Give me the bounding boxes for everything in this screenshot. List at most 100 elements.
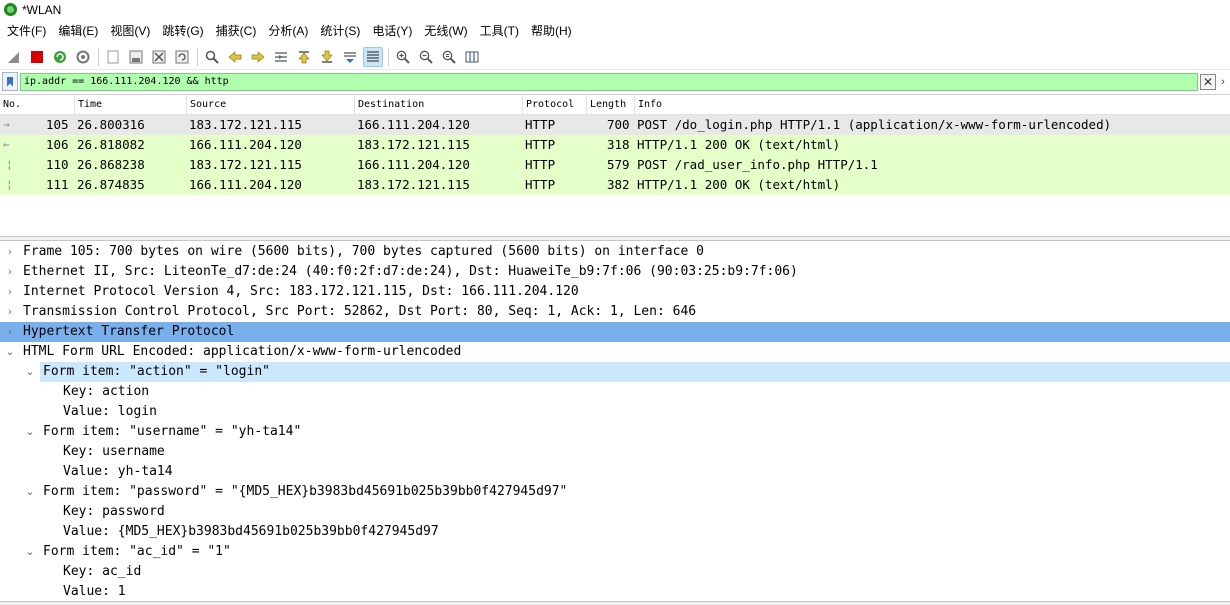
- detail-key[interactable]: Key: username: [0, 442, 1230, 462]
- title-bar: *WLAN: [0, 0, 1230, 19]
- go-forward-icon[interactable]: [248, 47, 268, 67]
- stop-capture-icon[interactable]: [27, 47, 47, 67]
- packet-info: HTTP/1.1 200 OK (text/html): [637, 177, 841, 192]
- find-packet-icon[interactable]: [202, 47, 222, 67]
- autoscroll-icon[interactable]: [340, 47, 360, 67]
- expand-chevron-icon[interactable]: ›: [4, 282, 16, 302]
- detail-value[interactable]: Value: yh-ta14: [0, 462, 1230, 482]
- collapse-chevron-icon[interactable]: ⌄: [24, 542, 36, 562]
- packet-row[interactable]: ¦ 111 26.874835 166.111.204.120 183.172.…: [0, 175, 1230, 195]
- reload-file-icon[interactable]: [172, 47, 192, 67]
- detail-form-item-ac-id[interactable]: ⌄ Form item: "ac_id" = "1": [0, 542, 1230, 562]
- toolbar-separator: [197, 47, 198, 66]
- expand-chevron-icon[interactable]: ›: [4, 242, 16, 262]
- menu-go[interactable]: 跳转(G): [157, 20, 208, 42]
- restart-capture-icon[interactable]: [50, 47, 70, 67]
- menu-tools[interactable]: 工具(T): [475, 20, 524, 42]
- colorize-icon[interactable]: [363, 46, 383, 67]
- detail-value[interactable]: Value: {MD5_HEX}b3983bd45691b025b39bb0f4…: [0, 522, 1230, 542]
- packet-info: HTTP/1.1 200 OK (text/html): [637, 137, 841, 152]
- pane-splitter-bottom[interactable]: [0, 601, 1230, 605]
- menu-edit[interactable]: 编辑(E): [53, 20, 103, 42]
- menu-capture[interactable]: 捕获(C): [211, 20, 262, 42]
- packet-source: 183.172.121.115: [189, 157, 302, 172]
- menu-view[interactable]: 视图(V): [105, 20, 155, 42]
- open-file-icon[interactable]: [103, 47, 123, 67]
- display-filter-bar: ✕ ›: [0, 71, 1230, 92]
- packet-protocol: HTTP: [525, 177, 556, 192]
- detail-value[interactable]: Value: login: [0, 402, 1230, 422]
- go-first-icon[interactable]: [294, 47, 314, 67]
- detail-label: Key: username: [63, 444, 165, 459]
- shark-fin-icon[interactable]: [4, 47, 24, 67]
- collapse-chevron-icon[interactable]: ⌄: [24, 362, 36, 382]
- packet-time: 26.818082: [77, 137, 145, 152]
- menu-help[interactable]: 帮助(H): [526, 20, 577, 42]
- display-filter-input[interactable]: [20, 72, 1198, 91]
- filter-bookmark-icon[interactable]: [2, 72, 18, 91]
- zoom-normal-icon[interactable]: [439, 47, 459, 67]
- go-to-packet-icon[interactable]: [271, 47, 291, 67]
- close-file-icon[interactable]: [149, 47, 169, 67]
- conversation-line-icon: ¦: [6, 158, 13, 171]
- packet-row[interactable]: ¦ 110 26.868238 183.172.121.115 166.111.…: [0, 155, 1230, 175]
- detail-value[interactable]: Value: 1: [0, 582, 1230, 602]
- zoom-in-icon[interactable]: [393, 47, 413, 67]
- column-time-header[interactable]: Time: [74, 95, 186, 115]
- packet-time: 26.868238: [77, 157, 145, 172]
- detail-key[interactable]: Key: password: [0, 502, 1230, 522]
- detail-label: Form item: "ac_id" = "1": [43, 544, 231, 559]
- collapse-chevron-icon[interactable]: ⌄: [24, 422, 36, 442]
- detail-form-item-action[interactable]: ⌄ Form item: "action" = "login": [0, 362, 1230, 382]
- collapse-chevron-icon[interactable]: ⌄: [4, 342, 16, 362]
- detail-form-item-username[interactable]: ⌄ Form item: "username" = "yh-ta14": [0, 422, 1230, 442]
- resize-columns-icon[interactable]: [462, 47, 482, 67]
- column-length-header[interactable]: Length: [586, 95, 634, 115]
- packet-protocol: HTTP: [525, 157, 556, 172]
- detail-tcp[interactable]: › Transmission Control Protocol, Src Por…: [0, 302, 1230, 322]
- column-no-header[interactable]: No.: [0, 95, 74, 115]
- detail-label: Form item: "password" = "{MD5_HEX}b3983b…: [43, 484, 568, 499]
- detail-key[interactable]: Key: ac_id: [0, 562, 1230, 582]
- detail-label: Key: password: [63, 504, 165, 519]
- go-back-icon[interactable]: [225, 47, 245, 67]
- menu-telephony[interactable]: 电话(Y): [367, 20, 417, 42]
- detail-form-item-password[interactable]: ⌄ Form item: "password" = "{MD5_HEX}b398…: [0, 482, 1230, 502]
- pane-splitter[interactable]: [0, 236, 1230, 241]
- menu-file[interactable]: 文件(F): [2, 20, 51, 42]
- detail-label: Value: yh-ta14: [63, 464, 173, 479]
- column-info-header[interactable]: Info: [634, 95, 1230, 115]
- detail-label: Form item: "action" = "login": [40, 362, 1230, 382]
- detail-form-urlencoded[interactable]: ⌄ HTML Form URL Encoded: application/x-w…: [0, 342, 1230, 362]
- column-destination-header[interactable]: Destination: [354, 95, 522, 115]
- clear-filter-icon[interactable]: ✕: [1200, 73, 1216, 90]
- packet-row[interactable]: → 105 26.800316 183.172.121.115 166.111.…: [0, 115, 1230, 135]
- expand-chevron-icon[interactable]: ›: [4, 262, 16, 282]
- detail-frame[interactable]: › Frame 105: 700 bytes on wire (5600 bit…: [0, 242, 1230, 262]
- response-arrow-icon: ←: [3, 138, 10, 151]
- detail-ethernet[interactable]: › Ethernet II, Src: LiteonTe_d7:de:24 (4…: [0, 262, 1230, 282]
- packet-protocol: HTTP: [525, 137, 556, 152]
- detail-http[interactable]: › Hypertext Transfer Protocol: [0, 322, 1230, 342]
- detail-label: Value: login: [63, 404, 157, 419]
- detail-key[interactable]: Key: action: [0, 382, 1230, 402]
- column-source-header[interactable]: Source: [186, 95, 354, 115]
- request-arrow-icon: →: [3, 118, 10, 131]
- go-last-icon[interactable]: [317, 47, 337, 67]
- apply-filter-icon[interactable]: ›: [1216, 74, 1230, 90]
- expand-chevron-icon[interactable]: ›: [4, 302, 16, 322]
- capture-options-icon[interactable]: [73, 47, 93, 67]
- toolbar-separator: [98, 47, 99, 66]
- zoom-out-icon[interactable]: [416, 47, 436, 67]
- packet-length: 579: [607, 157, 630, 172]
- packet-row[interactable]: ← 106 26.818082 166.111.204.120 183.172.…: [0, 135, 1230, 155]
- menu-statistics[interactable]: 统计(S): [315, 20, 365, 42]
- packet-time: 26.800316: [77, 117, 145, 132]
- menu-wireless[interactable]: 无线(W): [419, 20, 472, 42]
- collapse-chevron-icon[interactable]: ⌄: [24, 482, 36, 502]
- detail-ipv4[interactable]: › Internet Protocol Version 4, Src: 183.…: [0, 282, 1230, 302]
- column-protocol-header[interactable]: Protocol: [522, 95, 586, 115]
- save-file-icon[interactable]: [126, 47, 146, 67]
- expand-chevron-icon[interactable]: ›: [4, 322, 16, 342]
- menu-analyze[interactable]: 分析(A): [263, 20, 313, 42]
